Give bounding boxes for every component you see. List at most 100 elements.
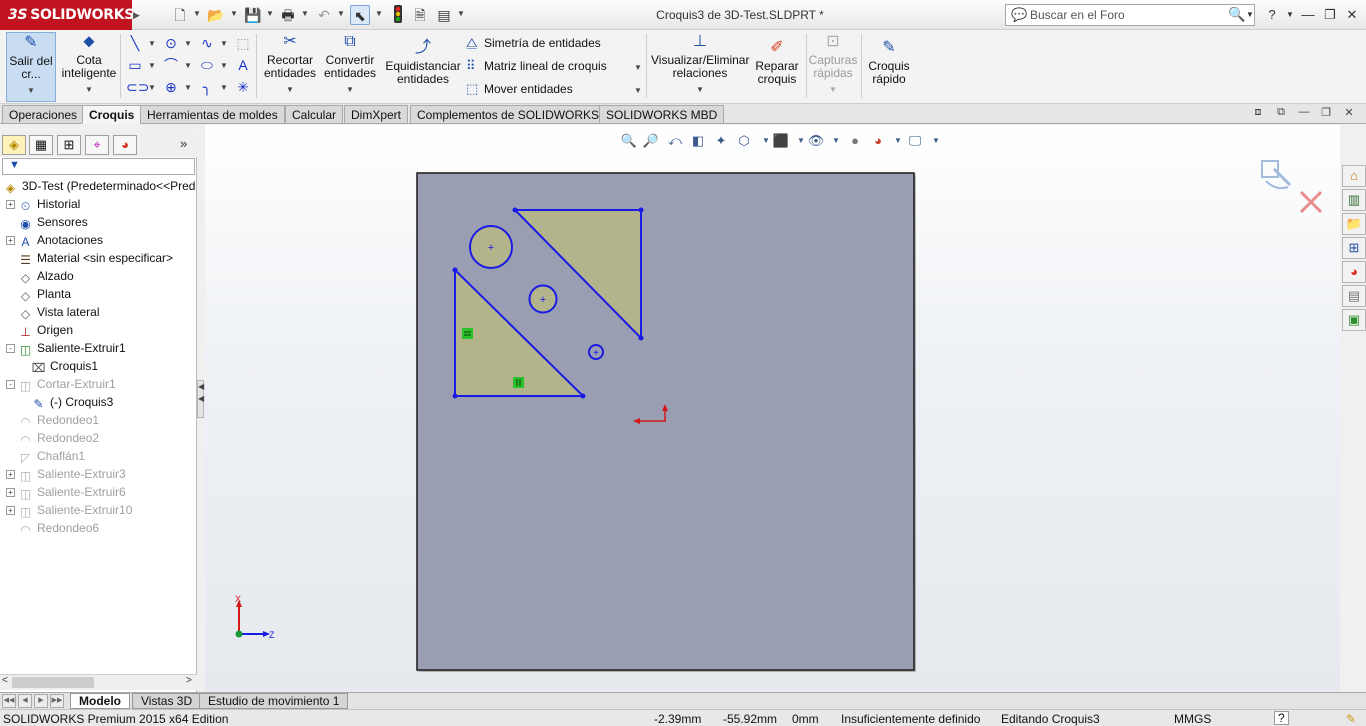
- section-view-icon[interactable]: ◧: [689, 132, 707, 150]
- text-icon[interactable]: A: [234, 56, 252, 74]
- tree-item[interactable]: + ◫ Saliente-Extruir6: [6, 483, 126, 501]
- arc-icon[interactable]: ⌒: [162, 56, 180, 74]
- relations-dropdown-icon[interactable]: ▼: [651, 83, 749, 96]
- tab-dimxpert[interactable]: DimXpert: [344, 105, 409, 124]
- quick-snaps-dropdown-icon[interactable]: ▼: [808, 83, 858, 96]
- expand-icon[interactable]: +: [6, 236, 15, 246]
- scroll-left-icon[interactable]: <: [2, 675, 8, 686]
- solidworks-forum-icon[interactable]: ▣: [1342, 309, 1366, 331]
- spline-icon[interactable]: ∿: [198, 34, 216, 52]
- exit-sketch-button[interactable]: ✎ Salir del cr... ▼: [6, 32, 56, 102]
- tree-item[interactable]: ◠ Redondeo6: [6, 519, 99, 537]
- polygon-dropdown-icon[interactable]: ▼: [184, 83, 192, 92]
- doc-restore-icon[interactable]: ❐: [1316, 106, 1336, 122]
- expand-icon[interactable]: +: [6, 506, 15, 516]
- view-settings-dropdown-icon[interactable]: ▼: [927, 132, 945, 150]
- tree-item[interactable]: ◠ Redondeo2: [6, 429, 99, 447]
- tree-horizontal-scrollbar[interactable]: < >: [0, 674, 197, 690]
- view-orientation-icon[interactable]: ⬡: [735, 132, 753, 150]
- tree-item[interactable]: ◇ Alzado: [6, 267, 74, 285]
- spline-dropdown-icon[interactable]: ▼: [220, 39, 228, 48]
- print-dropdown-icon[interactable]: ▼: [301, 9, 309, 18]
- arc-dropdown-icon[interactable]: ▼: [184, 61, 192, 70]
- convert-dropdown-icon[interactable]: ▼: [322, 83, 378, 96]
- slot-dropdown-icon[interactable]: ▼: [148, 83, 156, 92]
- apply-scene-icon[interactable]: ◕: [869, 132, 887, 150]
- scroll-thumb[interactable]: [12, 677, 94, 688]
- unit-system-button[interactable]: MMGS: [1174, 712, 1211, 726]
- tree-root-part[interactable]: ◈ 3D-Test (Predeterminado<<Pred: [2, 177, 196, 195]
- menu-expand-icon[interactable]: ▶: [133, 6, 141, 24]
- tile-horizontal-icon[interactable]: ⧈: [1248, 106, 1268, 122]
- quick-tips-button[interactable]: ?: [1274, 711, 1289, 725]
- exit-sketch-dropdown-icon[interactable]: ▼: [7, 84, 55, 97]
- slot-icon[interactable]: ⊂⊃: [126, 78, 149, 96]
- search-dropdown-icon[interactable]: ▼: [1246, 10, 1254, 19]
- tree-item[interactable]: - ◫ Saliente-Extruir1: [6, 339, 126, 357]
- next-tab-icon[interactable]: ▶: [34, 694, 48, 708]
- exit-sketch-corner-icon[interactable]: [1261, 160, 1292, 190]
- display-style-icon[interactable]: ⬛: [772, 132, 790, 150]
- tree-item[interactable]: ⌧ Croquis1: [30, 357, 98, 375]
- sketch-plane-face[interactable]: + + +: [416, 172, 916, 672]
- point-icon[interactable]: ✳: [234, 78, 252, 96]
- search-icon[interactable]: 🔍: [1228, 6, 1245, 23]
- new-document-icon[interactable]: 🗋: [170, 5, 190, 25]
- view-palette-icon[interactable]: ⊞: [1342, 237, 1366, 259]
- previous-view-icon[interactable]: ⤺: [666, 132, 684, 150]
- dynamic-annotation-icon[interactable]: ✦: [712, 132, 730, 150]
- open-folder-icon[interactable]: 📂: [206, 5, 226, 25]
- select-dropdown-icon[interactable]: ▼: [375, 9, 383, 18]
- tree-item[interactable]: ◠ Redondeo1: [6, 411, 99, 429]
- move-entities-button[interactable]: ⬚ Mover entidades: [466, 81, 573, 97]
- solidworks-resources-icon[interactable]: ⌂: [1342, 165, 1366, 187]
- view-settings-icon[interactable]: 🖵: [906, 132, 924, 150]
- last-tab-icon[interactable]: ▶▶: [50, 694, 64, 708]
- cancel-sketch-corner-icon[interactable]: [1299, 190, 1323, 214]
- new-dropdown-icon[interactable]: ▼: [193, 9, 201, 18]
- forum-search-input[interactable]: [1030, 8, 1220, 22]
- collapse-icon[interactable]: -: [6, 380, 15, 390]
- file-explorer-icon[interactable]: 📁: [1342, 213, 1366, 235]
- dimxpertmanager-tab-icon[interactable]: ⌖: [85, 135, 109, 155]
- options-dropdown-icon[interactable]: ▼: [457, 9, 465, 18]
- tree-item[interactable]: + ◫ Saliente-Extruir3: [6, 465, 126, 483]
- doc-minimize-icon[interactable]: —: [1294, 106, 1314, 122]
- prev-tab-icon[interactable]: ◀: [18, 694, 32, 708]
- save-dropdown-icon[interactable]: ▼: [266, 9, 274, 18]
- displaymanager-tab-icon[interactable]: ◕: [113, 135, 137, 155]
- featuremanager-tab-icon[interactable]: ◈: [2, 135, 26, 155]
- expand-icon[interactable]: +: [6, 488, 15, 498]
- tab-croquis[interactable]: Croquis: [82, 105, 142, 124]
- circle-icon[interactable]: ⊙: [162, 34, 180, 52]
- move-dropdown-icon[interactable]: ▼: [634, 86, 642, 95]
- ellipse-dropdown-icon[interactable]: ▼: [220, 61, 228, 70]
- horizontal-relation-icon[interactable]: [513, 377, 524, 388]
- tree-item[interactable]: ⊥ Origen: [6, 321, 73, 339]
- scroll-right-icon[interactable]: >: [186, 675, 192, 686]
- options-icon[interactable]: ▤: [434, 5, 454, 25]
- tree-item[interactable]: + ◫ Saliente-Extruir10: [6, 501, 132, 519]
- hide-show-dropdown-icon[interactable]: ▼: [827, 132, 845, 150]
- tab-modelo[interactable]: Modelo: [70, 693, 130, 709]
- tree-item[interactable]: + ⏲ Historial: [6, 195, 80, 213]
- smart-dimension-button[interactable]: ⬥ Cota inteligente ▼: [60, 32, 118, 96]
- tab-solidworks-mbd[interactable]: SOLIDWORKS MBD: [599, 105, 725, 124]
- solidworks-logo[interactable]: 3S SOLIDWORKS: [0, 0, 134, 30]
- panel-collapse-handle[interactable]: ◀ ◀: [197, 380, 204, 418]
- tree-item[interactable]: ◸ Chaflán1: [6, 447, 85, 465]
- configurationmanager-tab-icon[interactable]: ⊞: [57, 135, 81, 155]
- tree-item[interactable]: ✎ (-) Croquis3: [30, 393, 113, 411]
- polygon-icon[interactable]: ⊕: [162, 78, 180, 96]
- convert-entities-button[interactable]: ⧉ Convertir entidades ▼: [322, 32, 378, 96]
- custom-properties-icon[interactable]: ▤: [1342, 285, 1366, 307]
- fillet-sketch-icon[interactable]: ╮: [198, 78, 216, 96]
- tree-item[interactable]: - ◫ Cortar-Extruir1: [6, 375, 116, 393]
- zoom-to-area-icon[interactable]: 🔎: [642, 132, 660, 150]
- tile-vertical-icon[interactable]: ⧉: [1271, 106, 1291, 122]
- undo-dropdown-icon[interactable]: ▼: [337, 9, 345, 18]
- rectangle-dropdown-icon[interactable]: ▼: [148, 61, 156, 70]
- tree-item[interactable]: ☰ Material <sin especificar>: [6, 249, 173, 267]
- open-dropdown-icon[interactable]: ▼: [230, 9, 238, 18]
- print-icon[interactable]: 🖶: [278, 5, 298, 25]
